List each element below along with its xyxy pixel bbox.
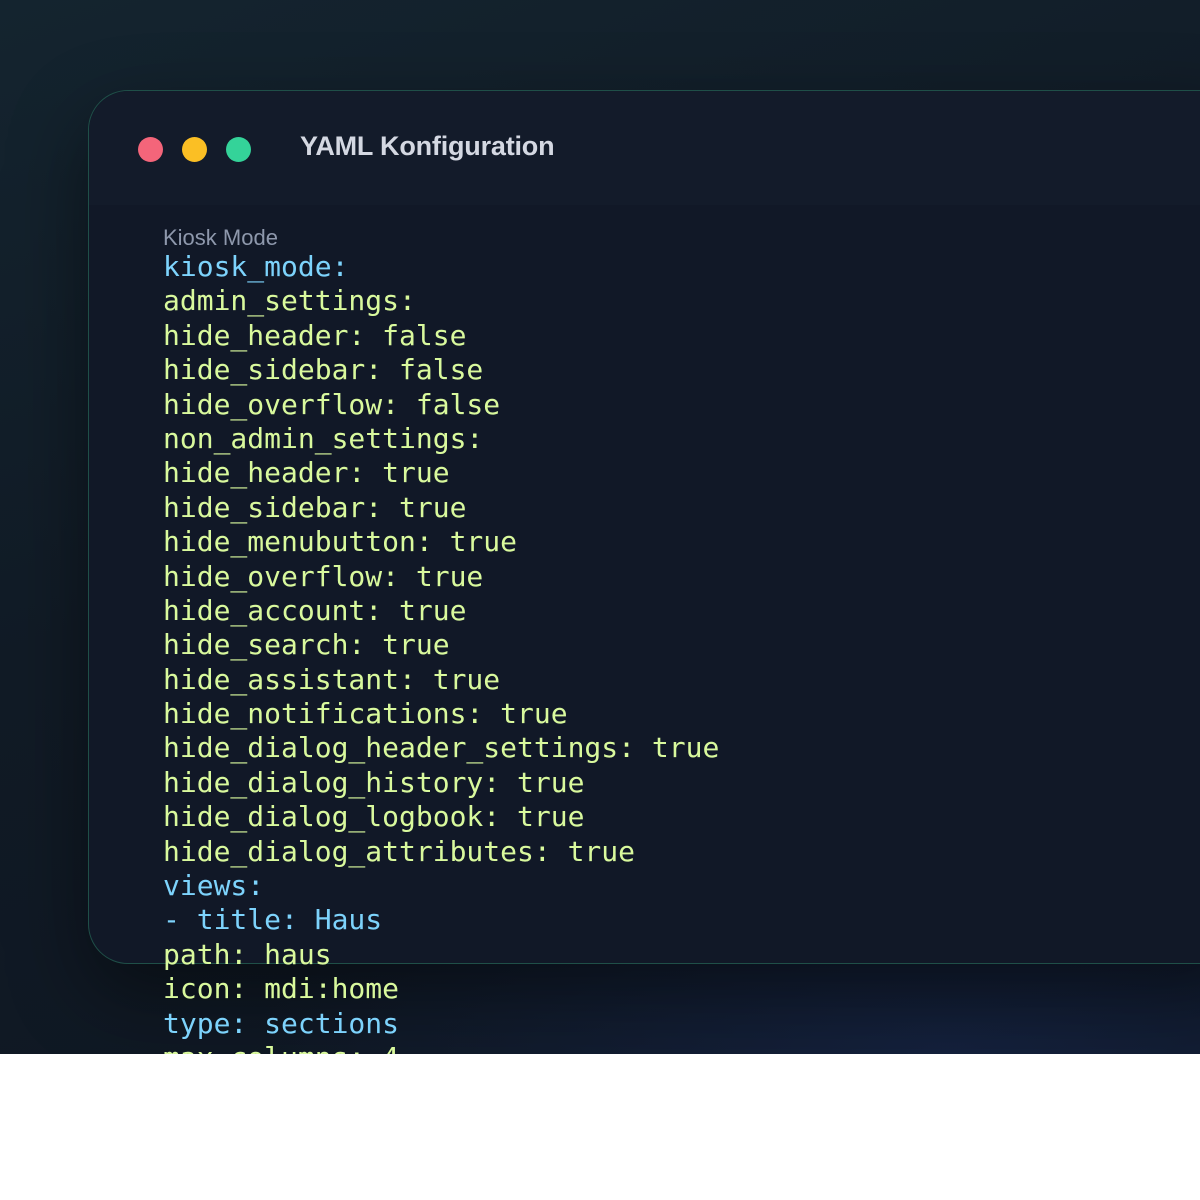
code-line: hide_overflow: false: [163, 387, 501, 421]
maximize-window-dot[interactable]: [226, 137, 251, 162]
code-line: icon: mdi:home: [163, 972, 400, 1006]
code-line: max_columns: 4: [163, 1041, 719, 1054]
code-line: hide_dialog_logbook: true: [163, 800, 585, 834]
code-line: hide_sidebar: false: [163, 353, 484, 387]
code-line: path: haus: [163, 937, 332, 971]
screenshot-stage: YAML Konfiguration Kiosk Mode kiosk_mode…: [0, 0, 1200, 1054]
code-line: admin_settings:: [163, 284, 416, 318]
code-line: hide_search: true: [163, 628, 450, 662]
code-line: - title: Haus: [163, 903, 383, 937]
code-line: type: sections: [163, 1006, 400, 1040]
code-line: views:: [163, 869, 265, 903]
code-block-label: Kiosk Mode: [163, 225, 278, 250]
window-titlebar: YAML Konfiguration: [89, 91, 1200, 205]
code-line: hide_overflow: true: [163, 559, 484, 593]
code-line: non_admin_settings:: [163, 421, 484, 455]
minimize-window-dot[interactable]: [182, 137, 207, 162]
close-window-dot[interactable]: [138, 137, 163, 162]
code-line: hide_menubutton: true: [163, 525, 518, 559]
window-title: YAML Konfiguration: [300, 131, 555, 161]
code-line: hide_header: true: [163, 456, 450, 490]
yaml-code-block: kiosk_mode: admin_settings: hide_header: f…: [163, 250, 719, 1054]
code-line: hide_notifications: true: [163, 697, 568, 731]
code-line: hide_dialog_attributes: true: [163, 834, 636, 868]
code-line: hide_account: true: [163, 593, 467, 627]
code-line: hide_dialog_history: true: [163, 765, 585, 799]
code-line: hide_assistant: true: [163, 662, 501, 696]
code-line: hide_sidebar: true: [163, 490, 467, 524]
code-line: kiosk_mode:: [163, 250, 349, 283]
code-line: hide_dialog_header_settings: true: [163, 731, 720, 765]
blank-area: [0, 1054, 1200, 1200]
code-line: hide_header: false: [163, 318, 467, 352]
